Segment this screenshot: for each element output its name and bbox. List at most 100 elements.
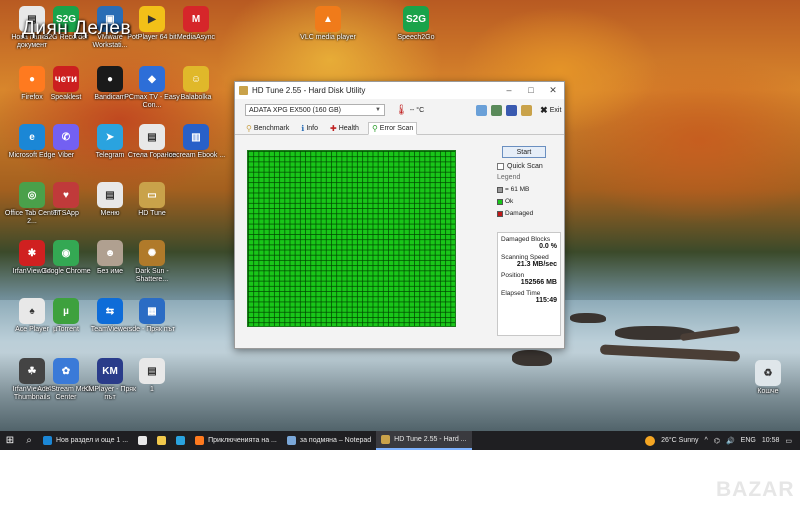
windows-start-icon[interactable]: ⊞	[0, 435, 20, 446]
taskbar-task[interactable]	[152, 431, 171, 450]
bez-ime-icon: ☻	[97, 240, 123, 266]
language-indicator[interactable]: ENG	[741, 437, 756, 444]
exit-label: Exit	[549, 106, 562, 114]
weather-sun-icon[interactable]	[645, 435, 656, 446]
taskbar-task[interactable]: Приключенията на ...	[190, 431, 282, 450]
desktop-icon-file-1[interactable]: ▤ 1	[122, 358, 182, 394]
chevron-down-icon: ▼	[375, 107, 381, 113]
kmplayer-icon: KM	[97, 358, 123, 384]
thermometer-icon: 🌡	[395, 104, 408, 116]
rock	[512, 350, 552, 366]
window-title: HD Tune 2.55 - Hard Disk Utility	[252, 86, 366, 95]
copy-icon[interactable]	[476, 104, 488, 116]
hdtune-window[interactable]: HD Tune 2.55 - Hard Disk Utility – □ ✕ A…	[234, 81, 565, 349]
taskbar-app-icon	[176, 436, 186, 445]
drive-select[interactable]: ADATA XPG EX500 (160 GB) ▼	[245, 104, 385, 116]
tab-info[interactable]: ℹ Info	[298, 123, 321, 134]
teamviewer-icon: ⇆	[97, 298, 123, 324]
legend-label: Ok	[505, 198, 514, 205]
minimize-icon[interactable]: –	[498, 85, 520, 96]
quick-scan-checkbox[interactable]: Quick Scan	[497, 163, 559, 170]
notifications-icon[interactable]: ▭	[785, 437, 792, 445]
temperature-value: -- °C	[409, 106, 425, 114]
desktop-icon-label: HD Tune	[138, 210, 166, 217]
desktop-icon-label: Dark Sun - Shattere...	[135, 268, 169, 283]
speaklest-icon: чети	[53, 66, 79, 92]
file-1-icon: ▤	[139, 358, 165, 384]
desktop-icon-recycle-bin[interactable]: ♻ Кошче	[738, 360, 798, 396]
exit-button[interactable]: ✖ Exit	[540, 105, 561, 116]
taskbar-task-label: за подмяна – Notepad	[299, 437, 372, 444]
error-scan-icon: ⚲	[371, 124, 378, 133]
scan-controls: Start Quick Scan Legend = 61 MB Ok Damag…	[497, 146, 559, 217]
ace-stream-icon: ✿	[53, 358, 79, 384]
exit-icon: ✖	[540, 104, 548, 115]
tab-label: Error Scan	[379, 125, 414, 132]
network-icon[interactable]: ⌬	[714, 437, 720, 445]
taskbar-task-label: Нов раздел и още 1 ...	[56, 437, 129, 444]
desktop-icon-vlc[interactable]: ▲ VLC media player	[298, 6, 358, 42]
potplayer-icon: ▶	[139, 6, 165, 32]
tab-health[interactable]: ✚ Health	[327, 123, 362, 134]
desktop-icon-balabolka[interactable]: ☺ Balabolka	[166, 66, 226, 102]
quick-scan-label: Quick Scan	[507, 163, 543, 170]
legend-label: Damaged	[505, 210, 534, 217]
taskbar-app-icon	[138, 436, 148, 445]
clock[interactable]: 10:58	[762, 437, 780, 444]
legend-item-ok: Ok	[497, 198, 559, 205]
copy-info-icon[interactable]	[491, 104, 503, 116]
options-icon[interactable]	[521, 104, 533, 116]
taskbar-task-label: Приключенията на ...	[208, 437, 277, 444]
title-bar[interactable]: HD Tune 2.55 - Hard Disk Utility – □ ✕	[235, 82, 564, 99]
tab-error-scan[interactable]: ⚲ Error Scan	[367, 122, 418, 135]
tab-label: Health	[338, 125, 359, 132]
menu-icon: ▤	[97, 182, 123, 208]
desktop-icon-dark-sun[interactable]: ✺ Dark Sun - Shattere...	[122, 240, 182, 284]
toolbar: ADATA XPG EX500 (160 GB) ▼ 🌡 -- °C ✖ Exi…	[235, 99, 564, 121]
start-button[interactable]: Start	[502, 146, 546, 158]
desktop-icon-label: Balabolka	[180, 94, 212, 101]
stela-goranov-icon: ▤	[139, 124, 165, 150]
position-label: Position	[501, 272, 525, 279]
desktop-icon-mediaasync[interactable]: M MediaAsync	[166, 6, 226, 42]
taskbar-task[interactable]	[133, 431, 152, 450]
desktop-icon-label: MediaAsync	[176, 34, 216, 41]
taskbar-task[interactable]: за подмяна – Notepad	[282, 431, 376, 450]
taskbar-task[interactable]: HD Tune 2.55 - Hard ...	[376, 431, 472, 450]
vlc-icon: ▲	[315, 6, 341, 32]
desktop-icon-speech2go[interactable]: S2G Speech2Go	[386, 6, 446, 42]
health-icon: ✚	[330, 124, 337, 133]
volume-icon[interactable]: 🔊	[726, 437, 735, 445]
legend-swatch	[497, 210, 503, 217]
bazar-logo: BAZAR	[716, 478, 795, 501]
checkbox-box[interactable]	[497, 163, 504, 170]
desktop-icon-sde[interactable]: ▦ sde - Пряк път	[122, 298, 182, 334]
icecream-ebook-icon: ▥	[183, 124, 209, 150]
viber-icon: ✆	[53, 124, 79, 150]
search-icon[interactable]: ⌕	[20, 435, 38, 446]
desktop-icon-label: 1	[150, 386, 154, 393]
desktop-icon-label: sde - Пряк път	[128, 326, 176, 333]
taskbar-task[interactable]: Нов раздел и още 1 ...	[38, 431, 133, 450]
close-icon[interactable]: ✕	[542, 85, 564, 96]
desktop-icon-label: Icecream Ebook ...	[166, 152, 226, 159]
weather-text[interactable]: 26°C Sunny	[661, 437, 698, 444]
dark-sun-icon: ✺	[139, 240, 165, 266]
elapsed-time-value: 115:49	[535, 297, 557, 304]
tab-label: Info	[306, 125, 318, 132]
pcmax-tv-icon: ◆	[139, 66, 165, 92]
legend-item-damaged: Damaged	[497, 210, 559, 217]
desktop-icon-hd-tune[interactable]: ▭ HD Tune	[122, 182, 182, 218]
tab-benchmark[interactable]: ⚲ Benchmark	[243, 123, 292, 134]
maximize-icon[interactable]: □	[520, 85, 542, 96]
desktop-icon-icecream-ebook[interactable]: ▥ Icecream Ebook ...	[166, 124, 226, 160]
save-icon[interactable]	[506, 104, 518, 116]
taskbar-task[interactable]	[171, 431, 190, 450]
scan-stats-panel: Damaged Blocks 0.0 % Scanning Speed 21.3…	[497, 232, 561, 336]
sde-icon: ▦	[139, 298, 165, 324]
desktop-icon-label: VLC media player	[300, 34, 356, 41]
info-icon: ℹ	[301, 124, 305, 133]
desktop: ▤ Нова папка - документ S2G S2G Recorder ▣ VM…	[0, 0, 800, 450]
watermark-text: Диян Делев	[22, 18, 132, 39]
tray-chevron-icon[interactable]: ^	[705, 437, 708, 444]
